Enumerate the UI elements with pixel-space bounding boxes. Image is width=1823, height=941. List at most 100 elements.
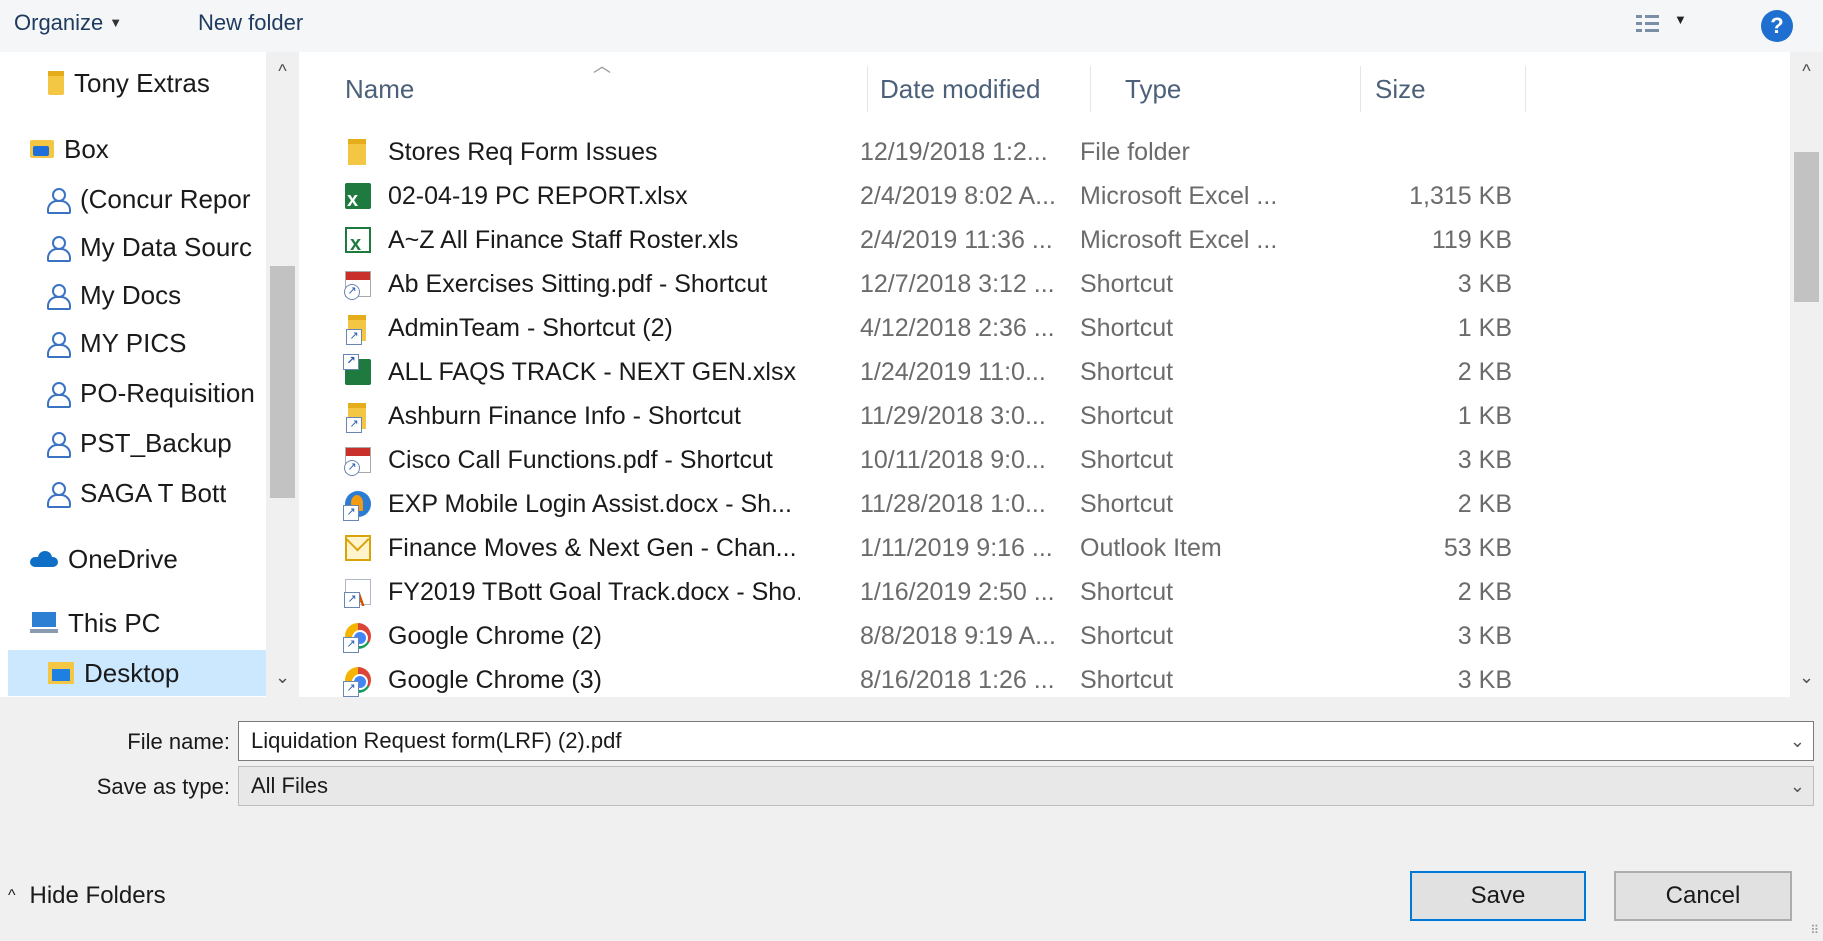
column-divider[interactable] <box>867 66 868 112</box>
file-list-scrollbar[interactable]: ^ ⌄ <box>1790 52 1823 697</box>
shared-user-icon <box>46 381 71 408</box>
box-icon <box>30 140 54 158</box>
nav-item-label: Desktop <box>84 657 180 688</box>
file-size: 1,315 KB <box>1409 182 1512 210</box>
shared-user-icon <box>46 187 71 214</box>
resize-grip-icon[interactable]: ⠿ <box>1810 923 1819 937</box>
nav-item-my-data-sources[interactable]: My Data Sourc <box>46 224 266 270</box>
file-type: Shortcut <box>1080 402 1174 430</box>
file-date: 2/4/2019 11:36 ... <box>860 226 1053 254</box>
file-name-cell: A~Z All Finance Staff Roster.xls <box>340 218 800 262</box>
excel-legacy-icon <box>345 222 371 262</box>
file-name-cell: Ashburn Finance Info - Shortcut <box>340 394 800 438</box>
file-row[interactable]: Stores Req Form Issues 12/19/2018 1:2...… <box>340 130 1790 174</box>
file-name: Ab Exercises Sitting.pdf - Shortcut <box>388 270 768 298</box>
column-header-size[interactable]: Size <box>1375 66 1495 112</box>
column-divider[interactable] <box>1525 66 1526 112</box>
file-size <box>1300 130 1512 174</box>
nav-item-concur-reports[interactable]: (Concur Repor <box>46 176 266 222</box>
navigation-pane[interactable]: Tony Extras Box (Concur Repor My Data So… <box>0 52 300 697</box>
chevron-down-icon: ⌄ <box>1789 776 1805 796</box>
file-row[interactable]: EXP Mobile Login Assist.docx - Sh... 11/… <box>340 482 1790 526</box>
nav-item-my-pics[interactable]: MY PICS <box>46 320 266 366</box>
nav-item-my-docs[interactable]: My Docs <box>46 272 266 318</box>
scroll-down-icon[interactable]: ⌄ <box>1790 662 1823 692</box>
save-type-label: Save as type: <box>96 774 230 799</box>
file-name-cell: Ab Exercises Sitting.pdf - Shortcut <box>340 262 800 306</box>
nav-scroll-thumb[interactable] <box>270 266 295 498</box>
file-size: 2 KB <box>1457 358 1512 386</box>
change-view-button[interactable]: ▼ <box>1632 12 1692 40</box>
chrome-shortcut-icon <box>343 623 371 653</box>
file-list-scroll-thumb[interactable] <box>1794 152 1819 302</box>
file-name: ALL FAQS TRACK - NEXT GEN.xlsx -... <box>388 358 800 386</box>
file-row[interactable]: Ab Exercises Sitting.pdf - Shortcut 12/7… <box>340 262 1790 306</box>
folder-shortcut-icon <box>346 315 366 345</box>
file-type: Shortcut <box>1080 270 1174 298</box>
nav-scrollbar[interactable]: ^ ⌄ <box>266 52 299 697</box>
file-date: 12/7/2018 3:12 ... <box>860 270 1055 298</box>
organize-button[interactable]: Organize ▼ <box>14 10 122 36</box>
file-row[interactable]: A~Z All Finance Staff Roster.xls 2/4/201… <box>340 218 1790 262</box>
nav-item-saga-t-bott[interactable]: SAGA T Bott <box>46 470 266 516</box>
file-name: Google Chrome (2) <box>388 622 602 650</box>
file-row[interactable]: 02-04-19 PC REPORT.xlsx 2/4/2019 8:02 A.… <box>340 174 1790 218</box>
mail-icon <box>345 535 371 561</box>
file-date: 1/24/2019 11:0... <box>860 358 1046 386</box>
nav-item-onedrive[interactable]: OneDrive <box>30 536 178 582</box>
column-header-type[interactable]: Type <box>1125 66 1325 112</box>
chrome-shortcut-icon <box>343 667 371 697</box>
file-row[interactable]: AdminTeam - Shortcut (2) 4/12/2018 2:36 … <box>340 306 1790 350</box>
organize-label: Organize <box>14 10 104 35</box>
file-type: Shortcut <box>1080 578 1174 606</box>
nav-item-desktop[interactable]: Desktop <box>8 650 266 696</box>
nav-item-po-requisition[interactable]: PO-Requisition <box>46 370 266 416</box>
desktop-icon <box>48 662 74 684</box>
pdf-shortcut-icon <box>344 271 371 300</box>
file-row[interactable]: FY2019 TBott Goal Track.docx - Sho... 1/… <box>340 570 1790 614</box>
nav-item-this-pc[interactable]: This PC <box>30 600 160 646</box>
cancel-button[interactable]: Cancel <box>1614 871 1792 921</box>
file-name-cell: Google Chrome (2) <box>340 614 800 658</box>
file-name-cell: Cisco Call Functions.pdf - Shortcut <box>340 438 800 482</box>
save-button[interactable]: Save <box>1410 871 1586 921</box>
help-button[interactable]: ? <box>1761 10 1793 42</box>
file-row[interactable]: Finance Moves & Next Gen - Chan... 1/11/… <box>340 526 1790 570</box>
nav-item-box[interactable]: Box <box>30 126 109 172</box>
chevron-down-icon[interactable]: ⌄ <box>1790 722 1805 760</box>
nav-item-label: My Docs <box>80 279 182 310</box>
file-type: Shortcut <box>1080 490 1174 518</box>
file-name-cell: FY2019 TBott Goal Track.docx - Sho... <box>340 570 800 614</box>
column-divider[interactable] <box>1360 66 1361 112</box>
scroll-down-icon[interactable]: ⌄ <box>266 662 299 692</box>
file-row[interactable]: Ashburn Finance Info - Shortcut 11/29/20… <box>340 394 1790 438</box>
new-folder-button[interactable]: New folder <box>198 10 303 36</box>
file-name-cell: EXP Mobile Login Assist.docx - Sh... <box>340 482 800 526</box>
column-header-date[interactable]: Date modified <box>880 66 1080 112</box>
file-name: Stores Req Form Issues <box>388 138 658 166</box>
scroll-up-icon[interactable]: ^ <box>266 56 299 86</box>
file-row[interactable]: Google Chrome (3) 8/16/2018 1:26 ... Sho… <box>340 658 1790 697</box>
file-type: Shortcut <box>1080 622 1174 650</box>
hide-folders-button[interactable]: ^ Hide Folders <box>8 882 166 910</box>
nav-item-pst-backup[interactable]: PST_Backup <box>46 420 266 466</box>
file-name-cell: Stores Req Form Issues <box>340 130 800 174</box>
chevron-down-icon: ▼ <box>1674 12 1687 27</box>
chevron-up-icon: ^ <box>8 887 16 904</box>
shared-user-icon <box>46 283 71 310</box>
file-row[interactable]: Google Chrome (2) 8/8/2018 9:19 A... Sho… <box>340 614 1790 658</box>
file-row[interactable]: ALL FAQS TRACK - NEXT GEN.xlsx -... 1/24… <box>340 350 1790 394</box>
file-name-cell: 02-04-19 PC REPORT.xlsx <box>340 174 800 218</box>
file-list[interactable]: ︿ Name Date modified Type Size Stores Re… <box>300 52 1790 697</box>
file-type: Shortcut <box>1080 358 1174 386</box>
scroll-up-icon[interactable]: ^ <box>1790 56 1823 86</box>
file-name-input[interactable]: Liquidation Request form(LRF) (2).pdf ⌄ <box>238 721 1814 761</box>
save-type-select[interactable]: All Files ⌄ <box>238 766 1814 806</box>
app-shortcut-icon <box>343 491 371 521</box>
column-header-name[interactable]: Name <box>345 66 805 112</box>
pdf-shortcut-icon <box>344 447 371 476</box>
file-row[interactable]: Cisco Call Functions.pdf - Shortcut 10/1… <box>340 438 1790 482</box>
folder-shortcut-icon <box>346 403 366 433</box>
nav-item-tony-extras[interactable]: Tony Extras <box>48 60 210 106</box>
column-divider[interactable] <box>1090 66 1091 112</box>
